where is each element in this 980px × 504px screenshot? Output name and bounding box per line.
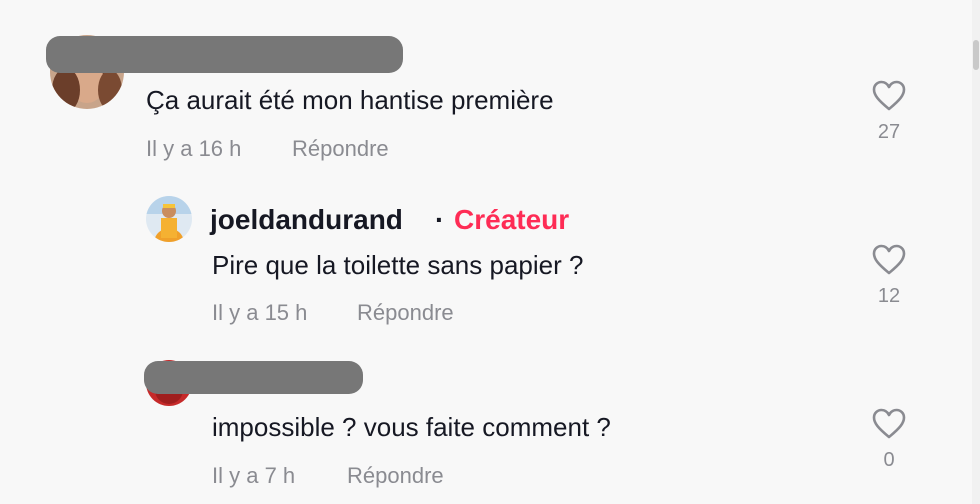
comment-text: impossible ? vous faite comment ? (212, 412, 611, 442)
creator-badge: Créateur (454, 204, 570, 235)
like-count: 27 (877, 121, 901, 143)
heart-outline-icon (872, 244, 906, 275)
comment-time: Il y a 7 h (212, 463, 296, 488)
like-button[interactable]: 12 (859, 244, 919, 308)
heart-outline-icon (872, 80, 906, 111)
like-button[interactable]: 0 (859, 408, 919, 472)
reply-button[interactable]: Répondre (292, 136, 389, 162)
heart-outline-icon (872, 408, 906, 439)
redacted-username (144, 361, 363, 394)
like-count: 12 (877, 285, 901, 307)
like-count: 0 (883, 449, 895, 471)
comment-time: Il y a 15 h (212, 300, 308, 325)
comment-text: Ça aurait été mon hantise première (146, 85, 554, 115)
redacted-username (46, 36, 403, 73)
username[interactable]: joeldandurand (210, 204, 403, 236)
comment-time: Il y a 16 h (146, 136, 242, 161)
reply-button[interactable]: Répondre (347, 463, 444, 489)
scrollbar-track[interactable] (972, 0, 980, 504)
reply-button[interactable]: Répondre (357, 300, 454, 326)
avatar[interactable] (146, 196, 192, 242)
scrollbar-thumb[interactable] (973, 40, 979, 70)
like-button[interactable]: 27 (859, 80, 919, 144)
comment-text: Pire que la toilette sans papier ? (212, 250, 584, 280)
separator-dot: · (435, 204, 445, 235)
